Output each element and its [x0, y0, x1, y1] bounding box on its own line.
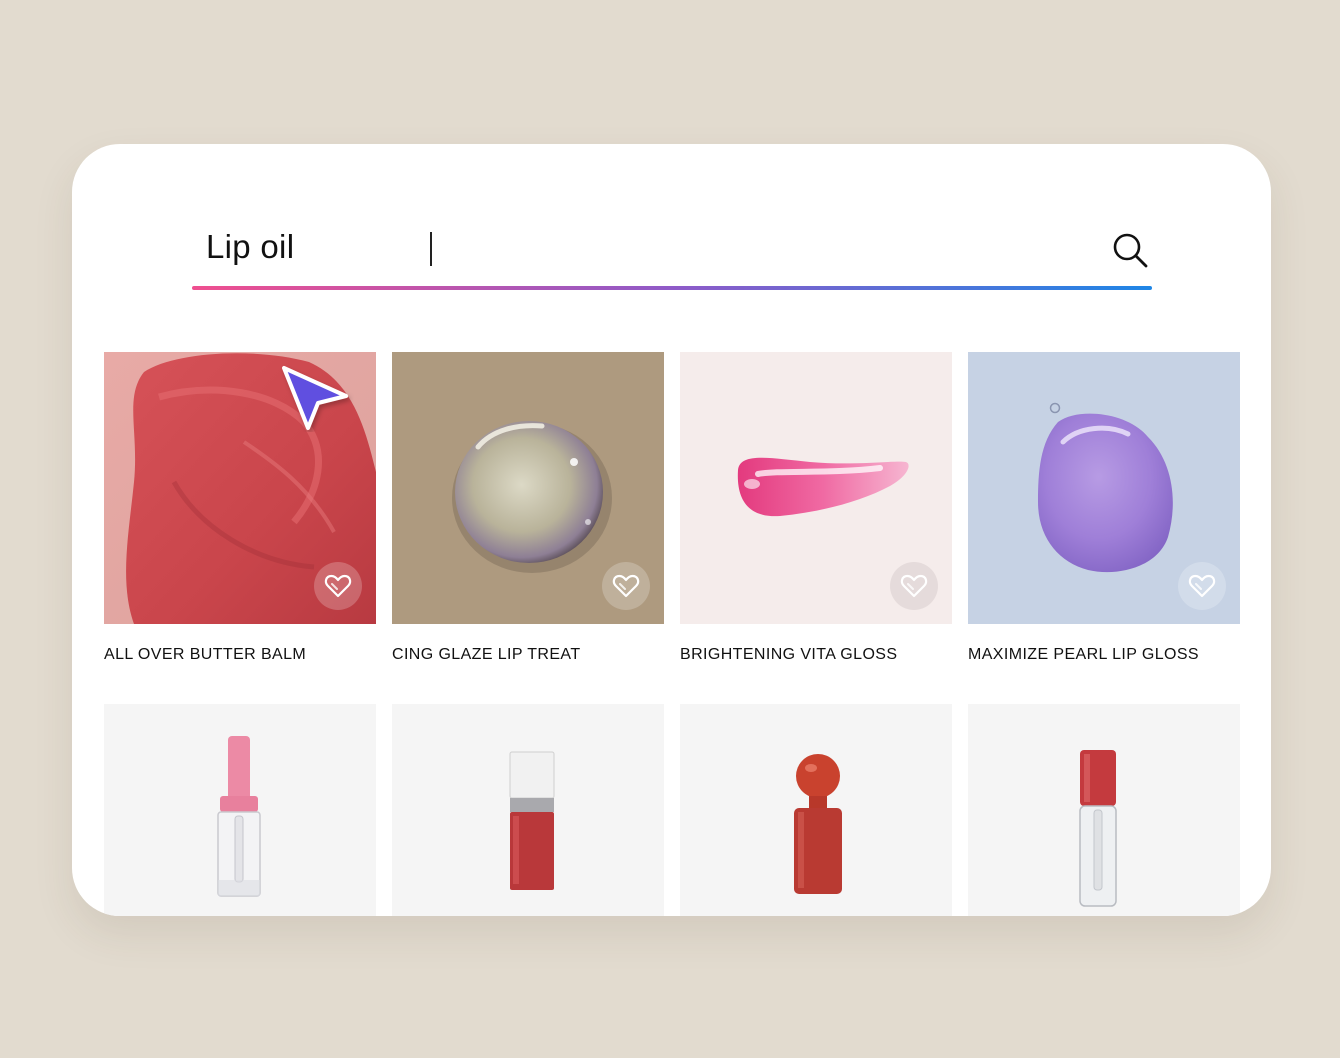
search-underline: [192, 286, 1152, 290]
favorite-button[interactable]: [314, 562, 362, 610]
product-image-clear-red-cap[interactable]: [968, 704, 1240, 916]
text-caret: [430, 232, 432, 266]
pink-lip-oil-bottle-icon: [217, 736, 261, 897]
product-image-glaze-lip-treat[interactable]: [392, 352, 664, 624]
product-title[interactable]: BRIGHTENING VITA GLOSS: [680, 646, 897, 664]
heart-icon: [612, 574, 640, 598]
product-image-pearl-lip-gloss[interactable]: [968, 352, 1240, 624]
favorite-button[interactable]: [1178, 562, 1226, 610]
search-button[interactable]: [1108, 228, 1152, 272]
red-lip-tint-bottle-icon: [509, 751, 555, 890]
product-search-card: Lip oil ALL OVER BUTTER BALM CING GLAZE …: [72, 144, 1271, 916]
favorite-button[interactable]: [602, 562, 650, 610]
product-image-pink-lip-oil[interactable]: [104, 704, 376, 916]
clear-red-cap-bottle-icon: [1079, 750, 1117, 907]
product-title[interactable]: ALL OVER BUTTER BALM: [104, 646, 306, 664]
product-image-butter-balm[interactable]: [104, 352, 376, 624]
search-bar: Lip oil: [192, 214, 1152, 290]
heart-icon: [1188, 574, 1216, 598]
search-icon: [1113, 233, 1148, 268]
product-image-vita-gloss[interactable]: [680, 352, 952, 624]
product-title[interactable]: CING GLAZE LIP TREAT: [392, 646, 581, 664]
favorite-button[interactable]: [890, 562, 938, 610]
heart-icon: [900, 574, 928, 598]
product-image-red-lip-tint[interactable]: [392, 704, 664, 916]
heart-icon: [324, 574, 352, 598]
product-title[interactable]: MAXIMIZE PEARL LIP GLOSS: [968, 646, 1199, 664]
search-input[interactable]: Lip oil: [206, 228, 294, 266]
red-ball-cap-bottle-icon: [794, 754, 842, 894]
product-image-red-ball-cap[interactable]: [680, 704, 952, 916]
